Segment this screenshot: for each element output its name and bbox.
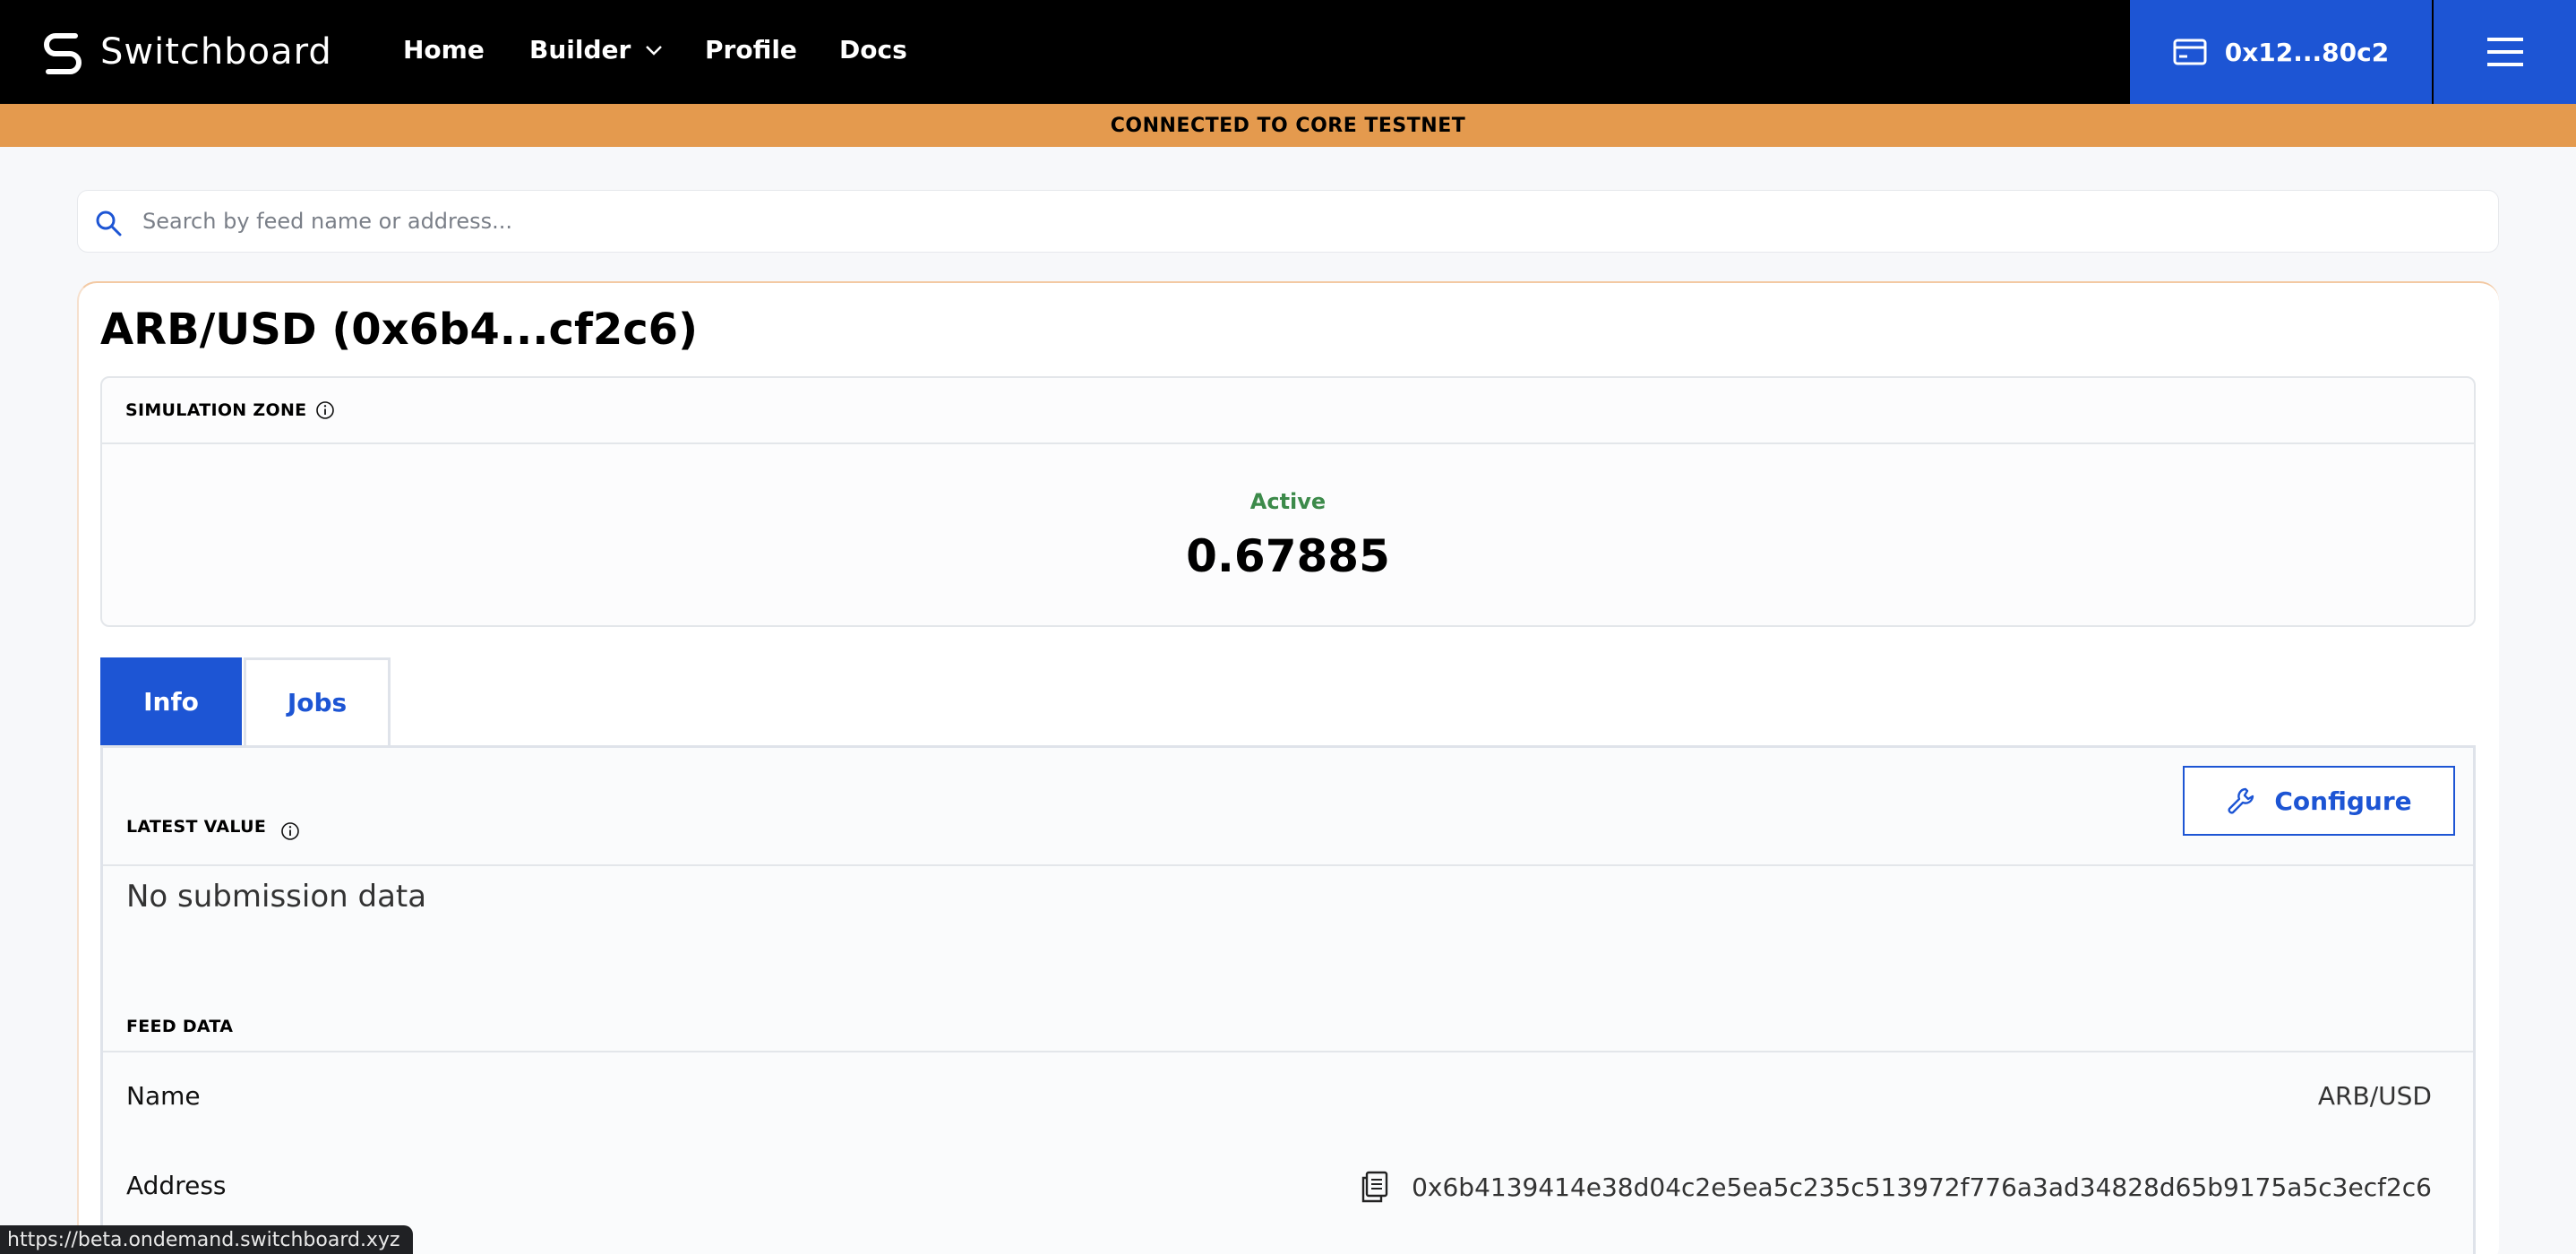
latest-value-label: LATEST VALUE bbox=[126, 817, 267, 837]
simulation-zone: SIMULATION ZONE Active 0.67885 bbox=[100, 376, 2476, 627]
hamburger-menu-icon bbox=[2486, 38, 2523, 66]
network-banner: CONNECTED TO CORE TESTNET bbox=[0, 104, 2576, 147]
nav-builder-label: Builder bbox=[529, 35, 631, 64]
info-icon[interactable] bbox=[280, 821, 300, 841]
switchboard-logo-icon bbox=[44, 33, 82, 74]
search-input[interactable] bbox=[142, 191, 2471, 252]
feed-search-bar bbox=[77, 190, 2499, 253]
wallet-button[interactable]: 0x12...80c2 bbox=[2130, 0, 2432, 104]
configure-button[interactable]: Configure bbox=[2183, 766, 2455, 836]
simulation-value: 0.67885 bbox=[1186, 530, 1390, 582]
latest-value-header: LATEST VALUE bbox=[126, 812, 300, 841]
nav-profile-link[interactable]: Profile bbox=[705, 32, 797, 68]
info-icon[interactable] bbox=[315, 400, 335, 420]
brand-logo[interactable]: Switchboard bbox=[39, 27, 332, 77]
feed-address-row: 0x6b4139414e38d04c2e5ea5c235c513972f776a… bbox=[1360, 1171, 2432, 1203]
info-tab-panel: LATEST VALUE Configure No submission dat… bbox=[100, 745, 2476, 1254]
top-navbar: Switchboard Home Builder Profile Docs 0x… bbox=[0, 0, 2576, 104]
tab-jobs[interactable]: Jobs bbox=[244, 657, 391, 745]
hamburger-menu-button[interactable] bbox=[2434, 0, 2576, 104]
no-submission-data-text: No submission data bbox=[126, 879, 427, 915]
simulation-zone-header: SIMULATION ZONE bbox=[102, 378, 2474, 444]
feed-data-label: FEED DATA bbox=[126, 1017, 234, 1036]
feed-name-value: ARB/USD bbox=[2317, 1081, 2432, 1111]
chevron-down-icon bbox=[646, 46, 663, 56]
tab-info[interactable]: Info bbox=[100, 657, 242, 745]
wallet-address: 0x12...80c2 bbox=[2224, 37, 2390, 67]
copy-icon[interactable] bbox=[1360, 1171, 1390, 1203]
configure-label: Configure bbox=[2274, 786, 2412, 816]
divider bbox=[103, 1051, 2473, 1052]
simulation-status: Active bbox=[1249, 489, 1327, 514]
simulation-zone-label: SIMULATION ZONE bbox=[125, 400, 307, 420]
nav-home-link[interactable]: Home bbox=[403, 32, 485, 68]
status-bar-url: https://beta.ondemand.switchboard.xyz bbox=[0, 1225, 413, 1254]
nav-builder-dropdown[interactable]: Builder bbox=[529, 32, 665, 68]
nav-docs-link[interactable]: Docs bbox=[839, 32, 907, 68]
feed-address-value: 0x6b4139414e38d04c2e5ea5c235c513972f776a… bbox=[1412, 1172, 2432, 1202]
search-icon bbox=[96, 210, 122, 236]
feed-address-label: Address bbox=[126, 1171, 227, 1200]
wallet-icon bbox=[2173, 39, 2207, 65]
wrench-icon bbox=[2228, 787, 2254, 814]
page-title: ARB/USD (0x6b4...cf2c6) bbox=[100, 305, 699, 355]
feed-name-label: Name bbox=[126, 1081, 201, 1111]
brand-name: Switchboard bbox=[100, 31, 332, 73]
divider bbox=[103, 864, 2473, 866]
